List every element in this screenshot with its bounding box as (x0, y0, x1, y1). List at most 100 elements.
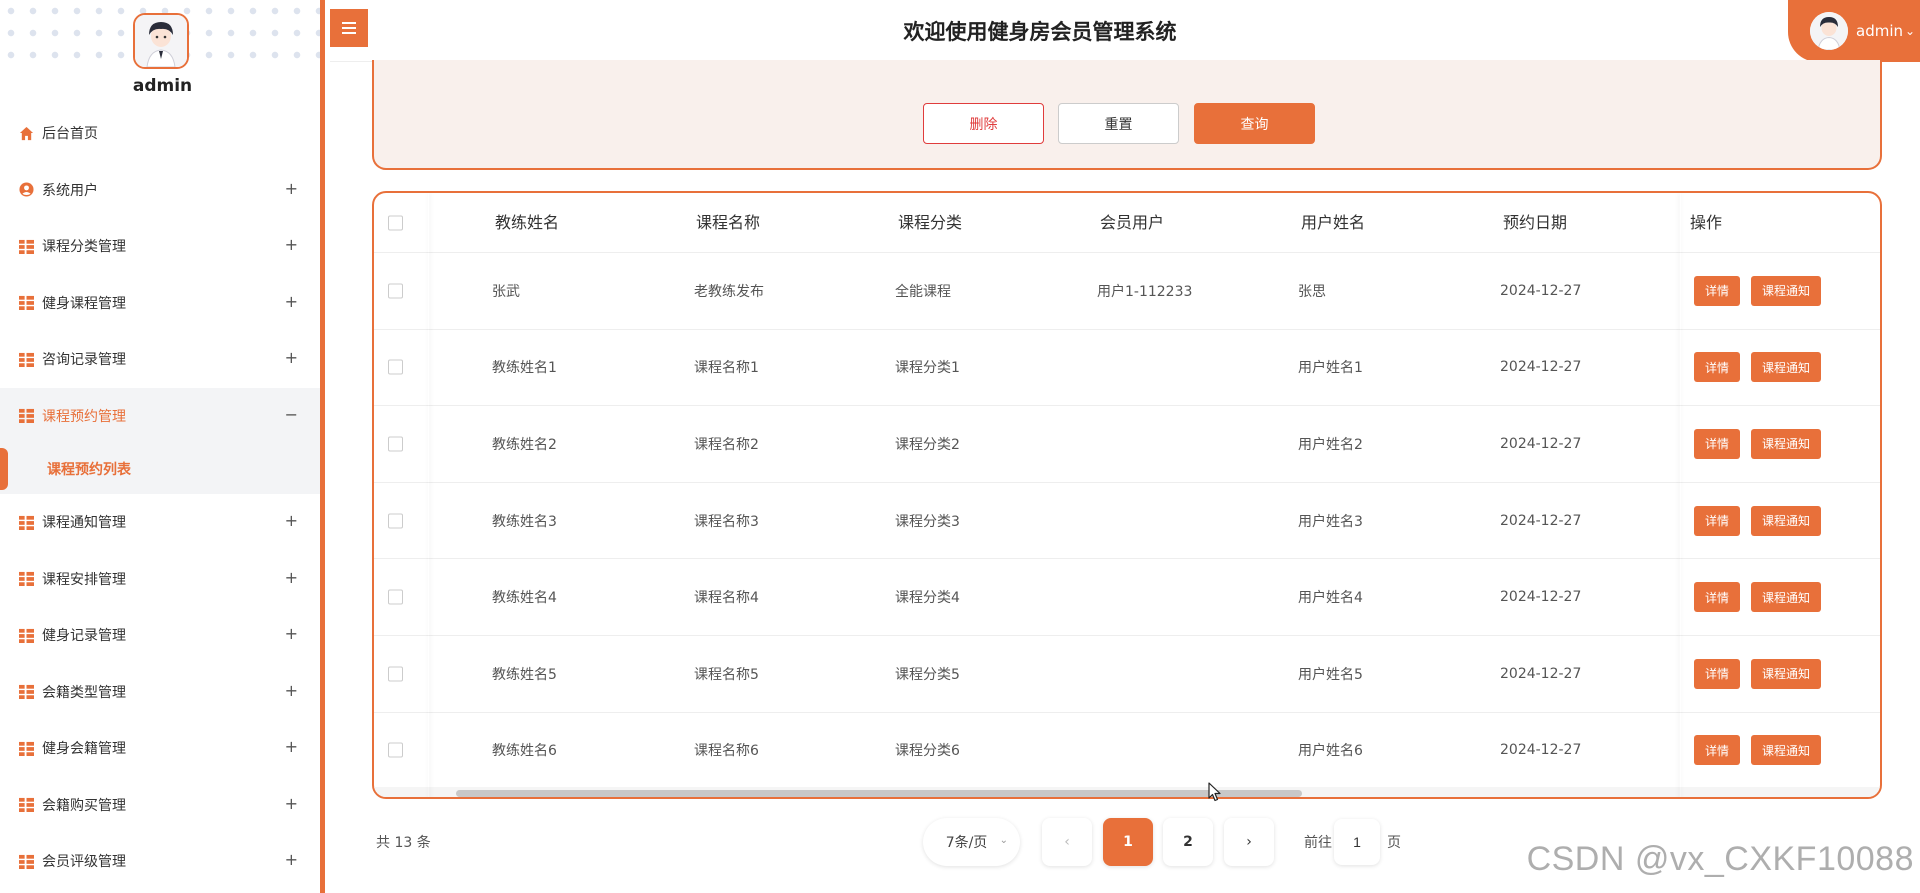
collapse-icon[interactable]: − (285, 405, 298, 424)
expand-icon[interactable]: + (285, 235, 298, 254)
expand-icon[interactable]: + (285, 348, 298, 367)
course-notice-button[interactable]: 课程通知 (1751, 735, 1821, 766)
expand-icon[interactable]: + (285, 737, 298, 756)
grid-icon (18, 514, 34, 530)
cell-coach: 教练姓名5 (492, 666, 557, 683)
page-button-2[interactable]: 2 (1163, 818, 1213, 866)
course-notice-button[interactable]: 课程通知 (1751, 352, 1821, 383)
goto-page-input[interactable] (1334, 819, 1380, 865)
cell-category: 课程分类4 (895, 590, 960, 607)
scrollbar-thumb[interactable] (456, 790, 1302, 797)
query-button[interactable]: 查询 (1194, 103, 1315, 144)
cell-course: 课程名称6 (694, 743, 759, 760)
cell-course: 课程名称5 (694, 666, 759, 683)
sidebar-item-course-category[interactable]: 课程分类管理 + (0, 218, 320, 275)
sidebar-item-membership-purchase[interactable]: 会籍购买管理 + (0, 777, 320, 834)
row-checkbox[interactable] (388, 359, 403, 375)
home-icon (18, 125, 34, 141)
cell-coach: 教练姓名1 (492, 360, 557, 377)
sidebar-menu: 后台首页 系统用户 + 课程分类管理 + 健身课程管理 + 咨询记录管理 + 课… (0, 105, 320, 890)
user-menu[interactable]: admin ⌄ (1788, 0, 1920, 62)
column-header[interactable]: 教练姓名 (495, 193, 559, 253)
column-header[interactable]: 课程分类 (898, 193, 962, 253)
expand-icon[interactable]: + (285, 850, 298, 869)
page-size-select[interactable]: 7条/页 ⌄ (923, 818, 1020, 866)
cell-date: 2024-12-27 (1500, 665, 1582, 682)
detail-button[interactable]: 详情 (1694, 735, 1740, 766)
sidebar-item-course-notice[interactable]: 课程通知管理 + (0, 494, 320, 551)
sidebar-subitem-booking-list[interactable]: 课程预约列表 (0, 444, 320, 494)
reset-button[interactable]: 重置 (1058, 103, 1179, 144)
detail-button[interactable]: 详情 (1694, 428, 1740, 459)
cell-course: 课程名称1 (694, 360, 759, 377)
cell-user-name: 用户姓名4 (1298, 590, 1363, 607)
sidebar-item-consult-record[interactable]: 咨询记录管理 + (0, 331, 320, 388)
delete-button[interactable]: 删除 (923, 103, 1044, 144)
detail-button[interactable]: 详情 (1694, 505, 1740, 536)
sidebar-item-course-schedule[interactable]: 课程安排管理 + (0, 551, 320, 608)
horizontal-scrollbar[interactable] (374, 787, 1880, 797)
next-page-button[interactable]: › (1224, 818, 1274, 866)
expand-icon[interactable]: + (285, 511, 298, 530)
row-checkbox[interactable] (388, 589, 403, 605)
page-button-1[interactable]: 1 (1103, 818, 1153, 866)
select-all-checkbox[interactable] (388, 215, 403, 230)
sidebar-item-member-rating[interactable]: 会员评级管理 + (0, 833, 320, 890)
row-checkbox[interactable] (388, 513, 403, 529)
row-checkbox[interactable] (388, 283, 403, 299)
table-row[interactable]: 张武 老教练发布 全能课程 用户1-112233 张思 2024-12-27 详… (374, 253, 1880, 330)
course-notice-button[interactable]: 课程通知 (1751, 275, 1821, 306)
detail-button[interactable]: 详情 (1694, 658, 1740, 689)
course-notice-button[interactable]: 课程通知 (1751, 505, 1821, 536)
expand-icon[interactable]: + (285, 794, 298, 813)
cell-coach: 教练姓名2 (492, 436, 557, 453)
sidebar-item-membership-type[interactable]: 会籍类型管理 + (0, 664, 320, 721)
sidebar-item-fitness-membership[interactable]: 健身会籍管理 + (0, 720, 320, 777)
sidebar-item-course-booking[interactable]: 课程预约管理 − (0, 387, 320, 444)
row-checkbox[interactable] (388, 742, 403, 758)
sidebar-item-label: 会籍购买管理 (42, 797, 126, 814)
grid-icon (18, 684, 34, 700)
table-row[interactable]: 教练姓名2 课程名称2 课程分类2 用户姓名2 2024-12-27 详情 课程… (374, 406, 1880, 483)
column-header[interactable]: 课程名称 (696, 193, 760, 253)
table-row[interactable]: 教练姓名4 课程名称4 课程分类4 用户姓名4 2024-12-27 详情 课程… (374, 559, 1880, 636)
course-notice-button[interactable]: 课程通知 (1751, 428, 1821, 459)
grid-icon (18, 238, 34, 254)
sidebar-item-label: 系统用户 (42, 182, 98, 199)
expand-icon[interactable]: + (285, 568, 298, 587)
column-header[interactable]: 预约日期 (1503, 193, 1567, 253)
table-row[interactable]: 教练姓名5 课程名称5 课程分类5 用户姓名5 2024-12-27 详情 课程… (374, 636, 1880, 713)
course-notice-button[interactable]: 课程通知 (1751, 658, 1821, 689)
top-header: 欢迎使用健身房会员管理系统 admin ⌄ (330, 0, 1920, 62)
column-header[interactable]: 用户姓名 (1301, 193, 1365, 253)
expand-icon[interactable]: + (285, 179, 298, 198)
watermark: CSDN @vx_CXKF10088 (1526, 840, 1914, 878)
sidebar-item-fitness-record[interactable]: 健身记录管理 + (0, 607, 320, 664)
cell-course: 老教练发布 (694, 283, 764, 300)
row-checkbox[interactable] (388, 666, 403, 682)
sidebar-item-home[interactable]: 后台首页 (0, 105, 320, 162)
expand-icon[interactable]: + (285, 624, 298, 643)
mouse-cursor-icon (1208, 782, 1222, 806)
row-checkbox[interactable] (388, 436, 403, 452)
detail-button[interactable]: 详情 (1694, 582, 1740, 613)
table-row[interactable]: 教练姓名1 课程名称1 课程分类1 用户姓名1 2024-12-27 详情 课程… (374, 330, 1880, 407)
cell-category: 课程分类6 (895, 743, 960, 760)
sidebar-item-fitness-course[interactable]: 健身课程管理 + (0, 275, 320, 332)
grid-icon (18, 571, 34, 587)
fixed-column-divider (1680, 193, 1681, 797)
sidebar-item-label: 课程预约管理 (42, 408, 126, 425)
expand-icon[interactable]: + (285, 292, 298, 311)
detail-button[interactable]: 详情 (1694, 352, 1740, 383)
sidebar-item-label: 健身课程管理 (42, 295, 126, 312)
table-header: 教练姓名 课程名称 课程分类 会员用户 用户姓名 预约日期 操作 (374, 193, 1880, 253)
column-header[interactable]: 会员用户 (1100, 193, 1164, 253)
course-notice-button[interactable]: 课程通知 (1751, 582, 1821, 613)
sidebar-item-system-users[interactable]: 系统用户 + (0, 162, 320, 219)
table-row[interactable]: 教练姓名6 课程名称6 课程分类6 用户姓名6 2024-12-27 详情 课程… (374, 713, 1880, 790)
prev-page-button[interactable]: ‹ (1042, 818, 1092, 866)
table-row[interactable]: 教练姓名3 课程名称3 课程分类3 用户姓名3 2024-12-27 详情 课程… (374, 483, 1880, 560)
expand-icon[interactable]: + (285, 681, 298, 700)
sidebar: admin 后台首页 系统用户 + 课程分类管理 + 健身课程管理 + 咨询记录… (0, 0, 325, 893)
detail-button[interactable]: 详情 (1694, 275, 1740, 306)
